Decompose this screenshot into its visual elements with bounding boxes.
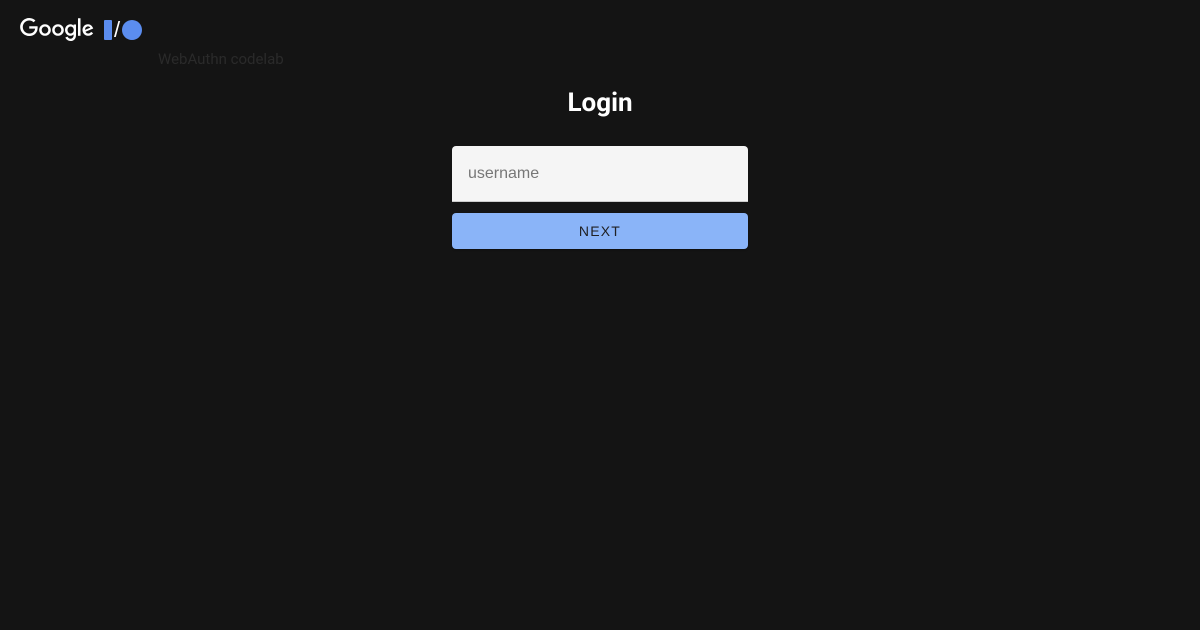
- google-logo: /: [20, 18, 142, 42]
- username-input[interactable]: [452, 146, 748, 202]
- next-button[interactable]: NEXT: [452, 213, 748, 249]
- io-badge-icon: /: [104, 19, 142, 41]
- page-title: Login: [567, 88, 632, 118]
- header: /: [20, 18, 142, 42]
- subtitle: WebAuthn codelab: [158, 50, 284, 68]
- main-content: Login NEXT: [0, 0, 1200, 249]
- login-form: NEXT: [452, 146, 748, 249]
